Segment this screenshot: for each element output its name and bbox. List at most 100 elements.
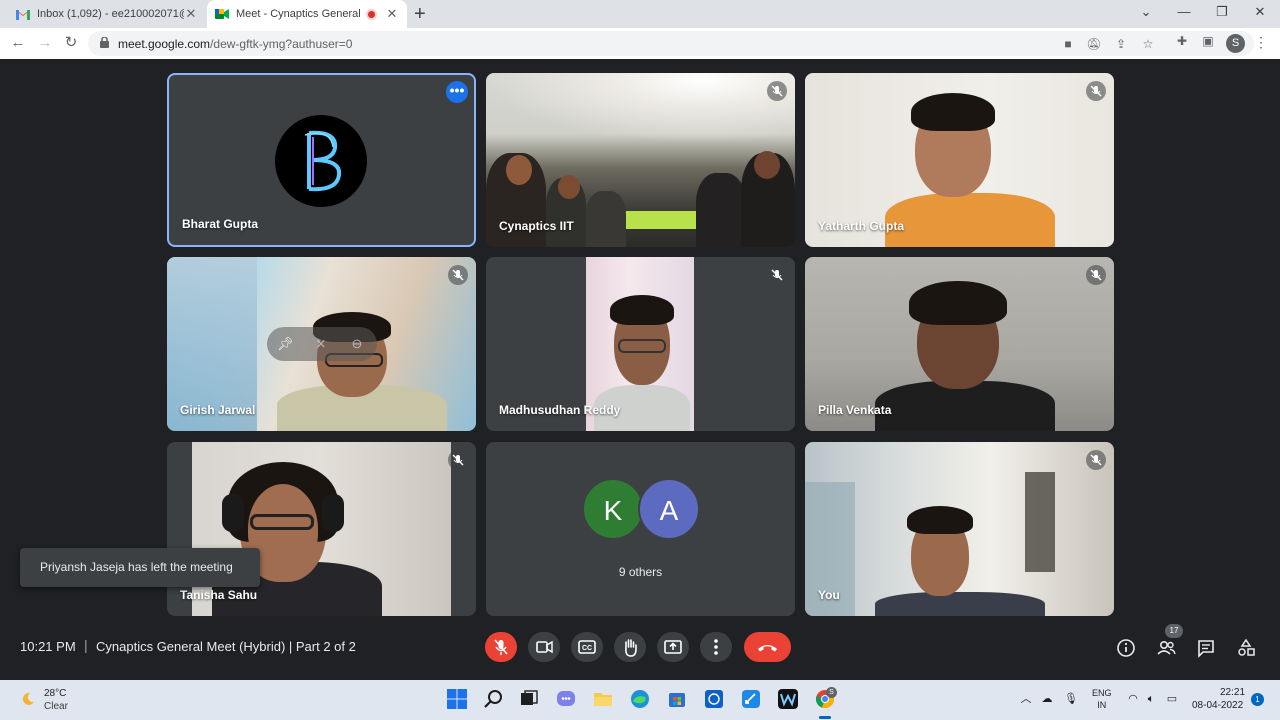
meeting-title: Cynaptics General Meet (Hybrid) | Part 2… <box>96 639 356 654</box>
windows-taskbar: 28°C Clear S ︿ ☁ 🎙︎ ENG IN ◠ 🔈︎ ▭ 22:21 <box>0 680 1280 720</box>
camera-icon <box>536 640 553 654</box>
windows-start-icon[interactable] <box>446 688 468 710</box>
participant-tile[interactable]: Madhusudhan Reddy <box>486 257 795 431</box>
muted-mic-icon <box>1086 450 1106 470</box>
remove-icon[interactable]: ⊖ <box>349 336 365 352</box>
others-count-label: 9 others <box>618 565 663 579</box>
tile-hover-controls: 📌︎ ⨯ ⊖ <box>267 327 377 361</box>
present-screen-button[interactable] <box>657 632 689 662</box>
tab-search-icon[interactable]: ⌄ <box>1136 4 1156 20</box>
region-code: IN <box>1097 700 1107 710</box>
weather-moon-icon[interactable] <box>20 691 36 707</box>
camera-toggle-button[interactable] <box>528 632 560 662</box>
close-icon[interactable]: ✕ <box>385 6 399 22</box>
notifications-blocked-icon[interactable]: 🔕︎ <box>1086 37 1102 51</box>
participant-name: Pilla Venkata <box>818 403 892 417</box>
svg-text:CC: CC <box>582 645 592 652</box>
more-options-button[interactable] <box>700 632 732 662</box>
recording-icon <box>366 8 377 20</box>
system-clock-time[interactable]: 22:21 <box>1220 687 1245 698</box>
wifi-icon[interactable]: ◠ <box>1126 693 1140 705</box>
search-icon[interactable] <box>483 688 505 710</box>
back-icon[interactable]: ← <box>9 34 27 52</box>
participant-tile[interactable]: 📌︎ ⨯ ⊖ Girish Jarwal <box>167 257 476 431</box>
muted-mic-icon <box>767 265 787 285</box>
participants-icon[interactable] <box>1155 637 1177 659</box>
pin-icon[interactable]: 📌︎ <box>277 336 294 352</box>
browser-menu-icon[interactable]: ⋮ <box>1254 34 1268 51</box>
task-view-icon[interactable] <box>518 688 540 710</box>
profile-avatar[interactable]: S <box>1226 34 1245 53</box>
captions-button[interactable]: CC <box>571 632 603 662</box>
muted-mic-icon <box>767 81 787 101</box>
file-explorer-icon[interactable] <box>592 688 614 710</box>
participant-tile[interactable]: Cynaptics IIT <box>486 73 795 247</box>
divider: | <box>84 637 88 653</box>
new-tab-button[interactable]: + <box>414 3 426 25</box>
share-icon[interactable]: ⇪ <box>1113 37 1129 51</box>
raise-hand-button[interactable] <box>614 632 646 662</box>
microphone-icon[interactable]: 🎙︎ <box>1064 693 1078 705</box>
participant-tile[interactable]: Pilla Venkata <box>805 257 1114 431</box>
muted-mic-icon <box>448 450 468 470</box>
volume-icon[interactable]: 🔈︎ <box>1144 693 1158 705</box>
dell-app-icon[interactable] <box>703 688 725 710</box>
onedrive-icon[interactable]: ☁ <box>1040 693 1054 705</box>
input-language-indicator[interactable]: ENG IN <box>1092 687 1112 711</box>
extensions-icon[interactable]: ✚ <box>1174 34 1190 48</box>
more-vert-icon <box>714 639 718 655</box>
participant-count-badge: 17 <box>1165 624 1183 638</box>
activities-icon[interactable] <box>1235 637 1257 659</box>
forward-icon[interactable]: → <box>36 34 54 52</box>
more-options-icon[interactable]: ••• <box>446 81 468 103</box>
edge-browser-icon[interactable] <box>629 688 651 710</box>
captions-icon: CC <box>578 640 596 654</box>
pinned-app-icon[interactable] <box>777 688 799 710</box>
participant-tile[interactable]: ••• Bharat Gupta <box>167 73 476 247</box>
meeting-clock: 10:21 PM <box>20 639 76 654</box>
hang-up-icon <box>758 645 777 652</box>
notification-count-badge[interactable]: 1 <box>1251 693 1264 706</box>
camera-in-use-icon[interactable]: ■ <box>1060 37 1076 51</box>
avatar <box>275 115 367 207</box>
address-bar[interactable]: meet.google.com/dew-gftk-ymg?authuser=0 … <box>88 31 1254 56</box>
battery-icon[interactable]: ▭ <box>1165 693 1179 705</box>
muted-mic-icon <box>448 265 468 285</box>
system-clock-date[interactable]: 08-04-2022 <box>1192 700 1243 711</box>
microphone-toggle-button[interactable] <box>485 632 517 662</box>
gmail-icon <box>16 10 30 20</box>
close-icon[interactable]: ✕ <box>184 6 198 22</box>
pinned-app-icon[interactable] <box>740 688 762 710</box>
participant-name: Yatharth Gupta <box>818 219 905 233</box>
leave-call-button[interactable] <box>744 632 791 662</box>
participant-tile[interactable]: Yatharth Gupta <box>805 73 1114 247</box>
language-code: ENG <box>1092 688 1112 698</box>
profile-picture-b <box>304 130 342 192</box>
close-window-icon[interactable]: ✕ <box>1250 4 1270 20</box>
restore-icon[interactable]: ❐ <box>1212 4 1232 20</box>
url-host: meet.google.com <box>118 37 211 51</box>
weather-temperature[interactable]: 28°C <box>44 688 66 699</box>
participant-name: Madhusudhan Reddy <box>499 403 621 417</box>
weather-condition[interactable]: Clear <box>44 701 68 712</box>
participant-tile[interactable]: You <box>805 442 1114 616</box>
chat-icon[interactable] <box>1195 637 1217 659</box>
active-app-indicator <box>819 716 831 719</box>
mic-off-icon <box>494 639 508 655</box>
url-text: meet.google.com/dew-gftk-ymg?authuser=0 <box>118 37 352 51</box>
muted-mic-icon <box>1086 81 1106 101</box>
minimize-icon[interactable]: — <box>1174 4 1194 19</box>
bookmark-star-icon[interactable]: ☆ <box>1140 37 1156 51</box>
reload-icon[interactable]: ↻ <box>62 34 80 52</box>
microsoft-store-icon[interactable] <box>666 688 688 710</box>
mute-participant-icon[interactable]: ⨯ <box>313 336 329 352</box>
avatar: K <box>582 478 644 540</box>
meeting-details-icon[interactable] <box>1115 637 1137 659</box>
others-tile[interactable]: K A 9 others <box>486 442 795 616</box>
tab-google-meet[interactable]: Meet - Cynaptics General Me ✕ <box>207 0 407 28</box>
teams-chat-icon[interactable] <box>555 688 577 710</box>
participant-tile[interactable]: Tanisha Sahu <box>167 442 476 616</box>
side-panel-icon[interactable]: ▣ <box>1200 34 1216 48</box>
tab-gmail-inbox[interactable]: Inbox (1,092) - ee210002071@iit ✕ <box>8 0 206 28</box>
show-hidden-icons-icon[interactable]: ︿ <box>1019 693 1033 705</box>
